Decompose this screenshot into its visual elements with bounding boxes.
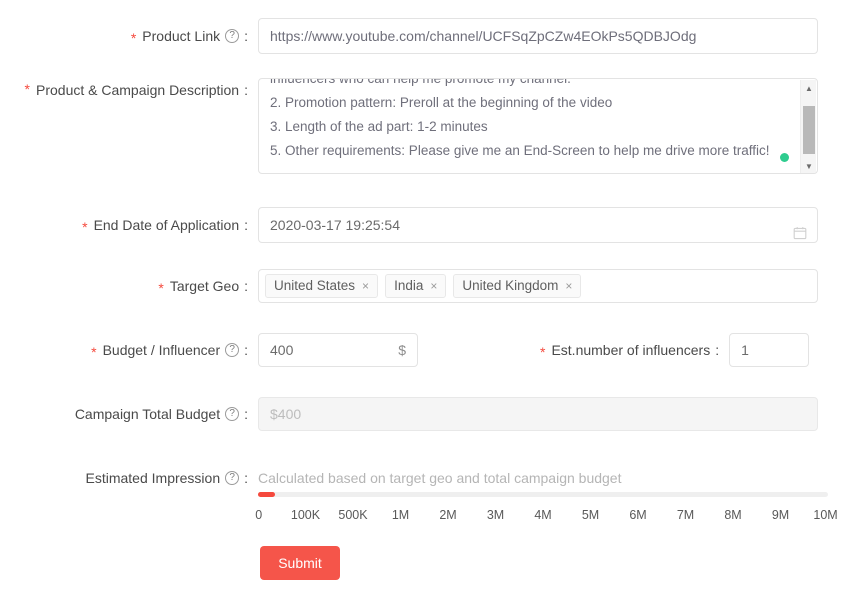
field-row-target-geo: * Target Geo : United States × India × U…: [0, 269, 865, 303]
field-row-estimated-impression: Estimated Impression ? : Calculated base…: [0, 466, 865, 490]
label-text: Budget / Influencer: [102, 342, 221, 358]
geo-tag-label: United States: [274, 278, 356, 293]
label-text: Estimated Impression: [85, 470, 221, 486]
label-target-geo: * Target Geo :: [0, 269, 248, 303]
remove-tag-icon[interactable]: ×: [362, 276, 369, 296]
budget-value: 400: [270, 342, 294, 358]
slider-tick: 1M: [391, 508, 410, 522]
label-estimated-impression: Estimated Impression ? :: [0, 466, 249, 490]
slider-tick: 8M: [724, 508, 742, 522]
required-asterisk: *: [91, 344, 97, 360]
slider-fill: [258, 492, 276, 497]
target-geo-select[interactable]: United States × India × United Kingdom ×: [258, 269, 818, 303]
slider-tick: 0: [255, 508, 263, 522]
label-text: Est.number of influencers: [551, 342, 711, 358]
required-asterisk: *: [24, 81, 30, 97]
product-link-input[interactable]: https://www.youtube.com/channel/UCFSqZpC…: [258, 18, 818, 54]
label-est-influencers: * Est.number of influencers :: [540, 333, 719, 367]
slider-track[interactable]: [258, 492, 828, 497]
help-icon[interactable]: ?: [225, 407, 240, 421]
label-budget-per-influencer: * Budget / Influencer ? :: [0, 333, 248, 367]
campaign-total-budget-input: $400: [258, 397, 818, 431]
field-row-end-date: * End Date of Application : 2020-03-17 1…: [0, 207, 865, 243]
slider-tick: 7M: [676, 508, 695, 522]
field-row-product-link: * Product Link ? : https://www.youtube.c…: [0, 18, 865, 54]
description-scrollbar[interactable]: ▲ ▼: [800, 80, 817, 173]
submit-button[interactable]: Submit: [260, 546, 340, 580]
label-text: Campaign Total Budget: [74, 406, 221, 422]
label-colon: :: [244, 82, 248, 98]
slider-tick: 3M: [486, 508, 505, 522]
required-asterisk: *: [540, 344, 546, 360]
help-icon[interactable]: ?: [225, 29, 240, 43]
label-colon: :: [244, 406, 248, 422]
estimated-impression-hint: Calculated based on target geo and total…: [258, 470, 622, 486]
scroll-up-icon[interactable]: ▲: [801, 80, 817, 96]
description-textarea[interactable]: influencers who can help me promote my c…: [258, 78, 818, 174]
help-icon[interactable]: ?: [225, 343, 240, 357]
field-row-campaign-total-budget: Campaign Total Budget ? : $400: [0, 397, 865, 431]
label-description: * Product & Campaign Description :: [0, 78, 248, 102]
field-row-est-influencers: * Est.number of influencers : 1: [540, 333, 810, 367]
label-colon: :: [715, 342, 720, 358]
estimated-impression-slider[interactable]: 0 100K 500K 1M 2M 3M 4M 5M 6M 7M 8M 9M 10M: [255, 492, 838, 526]
calendar-icon[interactable]: [793, 218, 807, 240]
slider-tick: 500K: [338, 508, 368, 522]
geo-tag[interactable]: United States ×: [265, 274, 379, 298]
label-campaign-total-budget: Campaign Total Budget ? :: [0, 397, 248, 431]
campaign-form-page: * Product Link ? : https://www.youtube.c…: [0, 0, 865, 595]
geo-tag-label: India: [394, 278, 424, 293]
label-text: End Date of Application: [93, 217, 240, 233]
label-text: Product & Campaign Description: [36, 82, 240, 98]
required-asterisk: *: [130, 30, 137, 46]
remove-tag-icon[interactable]: ×: [565, 276, 572, 296]
currency-suffix: $: [398, 342, 406, 358]
label-colon: :: [244, 28, 248, 44]
est-influencers-input[interactable]: 1: [729, 333, 810, 367]
end-date-input[interactable]: 2020-03-17 19:25:54: [258, 207, 818, 243]
remove-tag-icon[interactable]: ×: [430, 276, 437, 296]
scrollbar-thumb[interactable]: [803, 106, 815, 154]
scroll-down-icon[interactable]: ▼: [801, 158, 817, 173]
slider-tick: 6M: [629, 508, 647, 522]
label-colon: :: [244, 470, 248, 486]
label-colon: :: [244, 217, 248, 233]
slider-tick: 5M: [581, 508, 600, 522]
slider-tick-labels: 0 100K 500K 1M 2M 3M 4M 5M 6M 7M 8M 9M 10M: [255, 508, 838, 526]
label-end-date: * End Date of Application :: [0, 207, 248, 243]
slider-tick: 2M: [439, 508, 457, 522]
slider-tick: 4M: [534, 508, 552, 522]
geo-tag-label: United Kingdom: [462, 278, 559, 293]
required-asterisk: *: [158, 280, 164, 296]
description-text: influencers who can help me promote my c…: [270, 78, 770, 158]
geo-tag[interactable]: United Kingdom ×: [453, 274, 582, 298]
label-product-link: * Product Link ? :: [0, 18, 248, 54]
help-icon[interactable]: ?: [225, 471, 240, 485]
slider-tick: 10M: [813, 508, 838, 522]
status-dot-icon: [780, 153, 789, 162]
label-colon: :: [244, 342, 248, 358]
geo-tag[interactable]: India ×: [385, 274, 447, 298]
required-asterisk: *: [82, 219, 88, 235]
field-row-description: * Product & Campaign Description : influ…: [0, 78, 865, 174]
slider-tick: 100K: [290, 508, 321, 522]
label-text: Target Geo: [169, 278, 240, 294]
label-colon: :: [244, 278, 248, 294]
slider-tick: 9M: [771, 508, 790, 522]
end-date-value: 2020-03-17 19:25:54: [270, 217, 400, 233]
label-text: Product Link: [142, 28, 221, 44]
budget-per-influencer-input[interactable]: 400 $: [258, 333, 418, 367]
